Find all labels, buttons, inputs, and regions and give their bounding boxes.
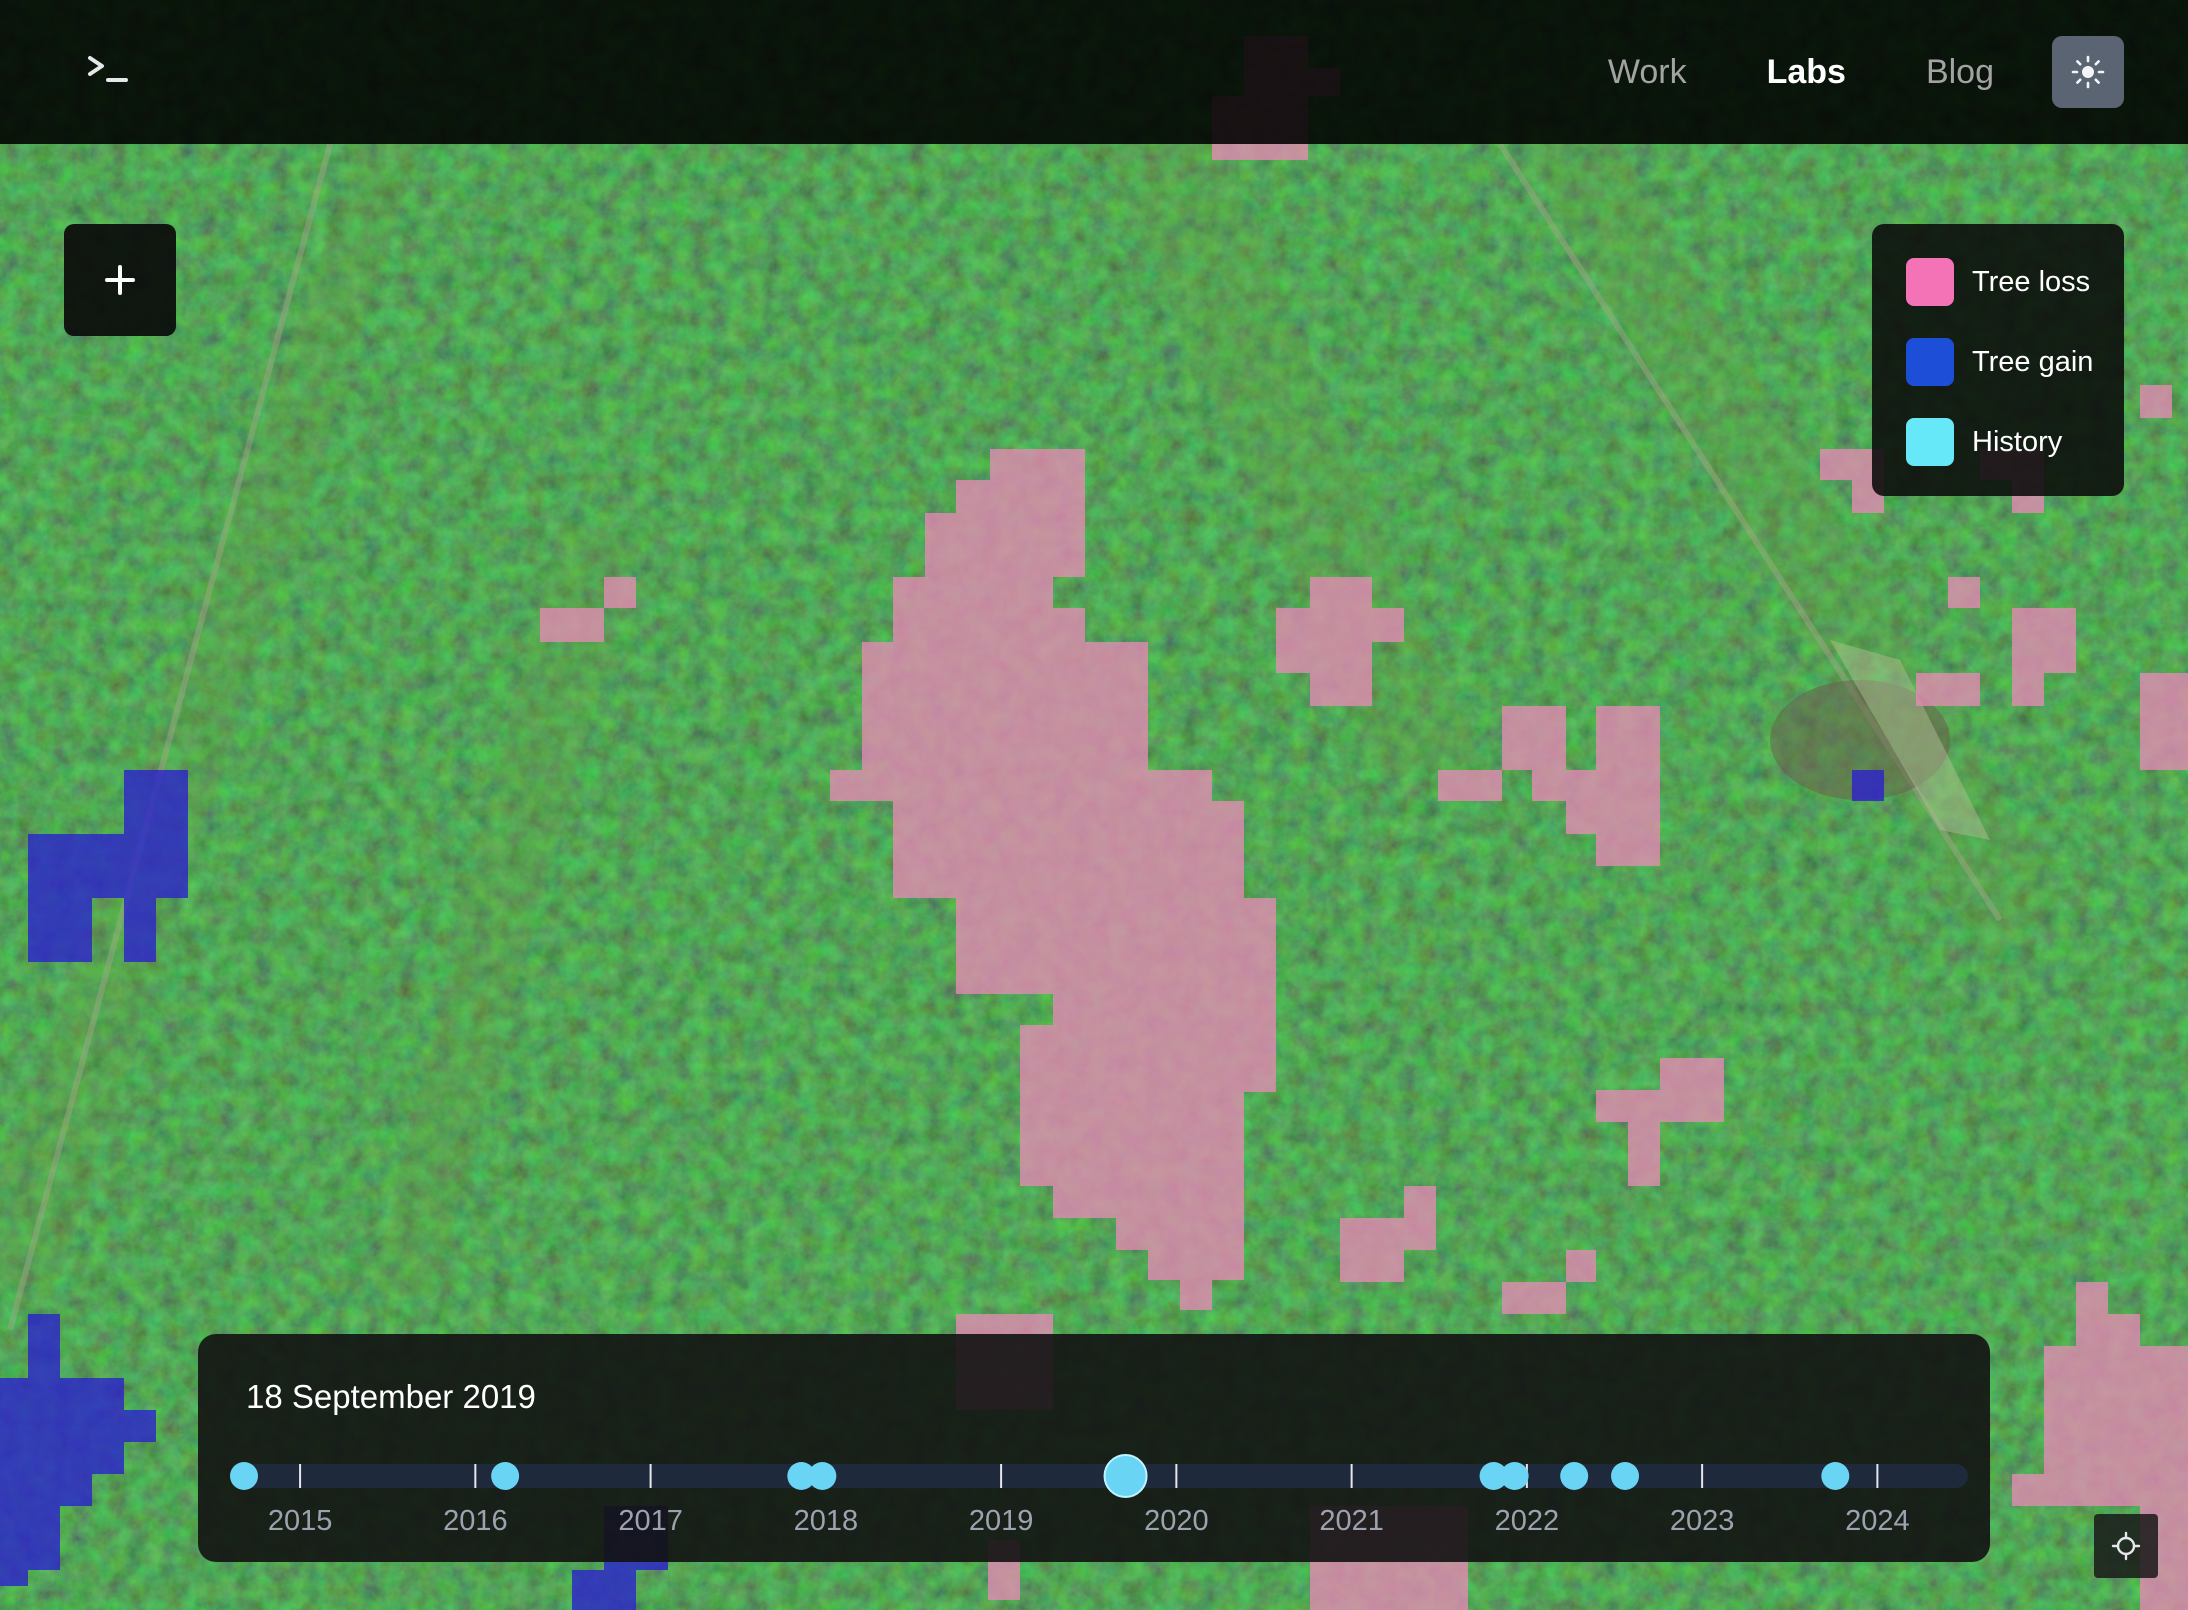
timeline-event[interactable] bbox=[1611, 1462, 1640, 1490]
tree-gain-swatch bbox=[1906, 338, 1954, 386]
timeline-slider[interactable]: 2015 2016 2017 2018 2019 2020 2021 2022 2023 2024 bbox=[198, 1334, 1990, 1562]
timeline-event[interactable] bbox=[230, 1462, 258, 1490]
timeline-event[interactable] bbox=[491, 1462, 520, 1490]
legend-label: Tree loss bbox=[1972, 265, 2091, 298]
map-legend: Tree loss Tree gain History bbox=[1872, 224, 2124, 496]
timeline-event[interactable] bbox=[1821, 1462, 1850, 1490]
history-swatch bbox=[1906, 418, 1954, 466]
legend-label: History bbox=[1972, 425, 2063, 458]
year-label: 2022 bbox=[1495, 1505, 1560, 1537]
timeline-panel: 18 September 2019 2015 2016 2017 2018 2019 20… bbox=[198, 1334, 1990, 1562]
locate-button[interactable] bbox=[2094, 1514, 2158, 1578]
timeline-event[interactable] bbox=[808, 1462, 837, 1490]
year-label: 2016 bbox=[443, 1505, 508, 1537]
year-label: 2020 bbox=[1144, 1505, 1209, 1537]
year-label: 2023 bbox=[1670, 1505, 1735, 1537]
year-label: 2024 bbox=[1845, 1505, 1910, 1537]
legend-item-tree-gain: Tree gain bbox=[1906, 338, 2124, 386]
timeline-event-selected[interactable] bbox=[1103, 1454, 1148, 1498]
legend-item-history: History bbox=[1906, 418, 2124, 466]
nav-link-labs[interactable]: Labs bbox=[1767, 44, 1846, 100]
top-navigation-bar: Work Labs Blog bbox=[0, 0, 2188, 144]
legend-item-tree-loss: Tree loss bbox=[1906, 258, 2124, 306]
crosshair-icon bbox=[2111, 1531, 2141, 1561]
sun-icon bbox=[2071, 55, 2105, 89]
timeline-event[interactable] bbox=[1500, 1462, 1529, 1490]
main-nav: Work Labs Blog bbox=[1608, 44, 1994, 100]
year-label: 2018 bbox=[794, 1505, 859, 1537]
legend-label: Tree gain bbox=[1972, 345, 2094, 378]
nav-link-blog[interactable]: Blog bbox=[1926, 44, 1994, 100]
tree-loss-swatch bbox=[1906, 258, 1954, 306]
year-label: 2019 bbox=[969, 1505, 1034, 1537]
year-label: 2015 bbox=[268, 1505, 333, 1537]
theme-toggle-button[interactable] bbox=[2052, 36, 2124, 108]
nav-link-work[interactable]: Work bbox=[1608, 44, 1687, 100]
year-label: 2021 bbox=[1319, 1505, 1384, 1537]
zoom-in-button[interactable] bbox=[64, 224, 176, 336]
timeline-event[interactable] bbox=[1560, 1462, 1589, 1490]
year-label: 2017 bbox=[618, 1505, 683, 1537]
plus-icon bbox=[105, 265, 135, 295]
terminal-icon[interactable] bbox=[76, 46, 142, 96]
